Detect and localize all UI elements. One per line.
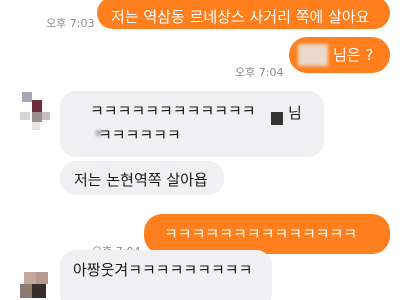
incoming-message-bubble[interactable]: 저는 논현역쪽 살아욥 — [60, 161, 224, 195]
contact-avatar[interactable] — [16, 90, 54, 130]
redaction-block — [271, 112, 283, 125]
message-text: ㅋㅋㅋㅋㅋㅋㅋㅋㅋㅋㅋㅋㅋㅋ — [164, 225, 358, 243]
incoming-message-bubble[interactable]: 아짱웃겨ㅋㅋㅋㅋㅋㅋㅋㅋㅋ — [60, 250, 272, 300]
timestamp: 오후 7:03 — [46, 17, 95, 30]
redaction-block — [298, 44, 328, 66]
message-text: 저는 논현역쪽 살아욥 — [74, 171, 208, 189]
contact-avatar[interactable] — [16, 270, 52, 300]
message-text: 님은 ? — [333, 46, 374, 64]
outgoing-message-bubble[interactable]: 저는 역삼동 르네상스 사거리 쪽에 살아요 — [97, 0, 390, 29]
timestamp: 오후 7:04 — [235, 66, 284, 79]
message-text-line-2: 님 — [288, 104, 302, 122]
message-text: 아짱웃겨ㅋㅋㅋㅋㅋㅋㅋㅋㅋ — [73, 261, 253, 279]
message-text: 저는 역삼동 르네상스 사거리 쪽에 살아요 — [111, 8, 370, 26]
incoming-message-bubble[interactable]: ㅋㅋㅋㅋㅋㅋㅋㅋㅋㅋㅋㅋ 님 ㅋㅋㅋㅋㅋㅋ — [60, 91, 324, 157]
message-text-line-1: ㅋㅋㅋㅋㅋㅋㅋㅋㅋㅋㅋㅋ — [90, 102, 256, 120]
redaction-block — [96, 130, 101, 136]
outgoing-message-bubble[interactable]: ㅋㅋㅋㅋㅋㅋㅋㅋㅋㅋㅋㅋㅋㅋ — [144, 214, 390, 254]
message-text-line-3: ㅋㅋㅋㅋㅋㅋ — [98, 126, 181, 144]
